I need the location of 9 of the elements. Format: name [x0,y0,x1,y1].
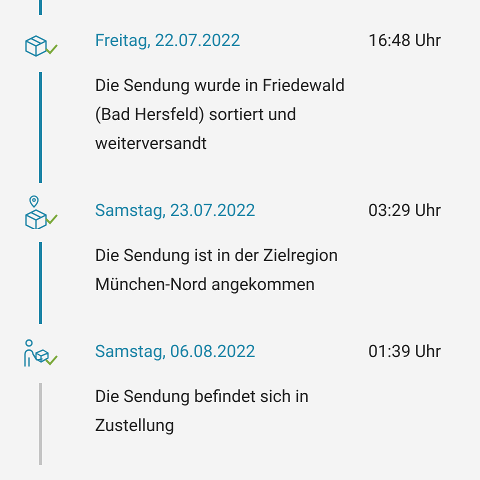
event-description: Die Sendung wurde in Friedewald (Bad Hersfeld) sortiert und weiterversandt [95,75,345,156]
event-time: 03:29 Uhr [368,200,441,224]
event-description: Die Sendung befindet sich in Zustellung [95,386,310,438]
event-time: 16:48 Uhr [368,30,441,54]
event-date: Samstag, 23.07.2022 [95,200,256,224]
event-time: 01:39 Uhr [368,341,441,364]
event-date: Freitag, 22.07.2022 [95,30,242,54]
event-date: Samstag, 06.08.2022 [95,341,256,364]
event-description: Die Sendung ist in der Zielregion München-Nord angekommen [95,245,339,297]
